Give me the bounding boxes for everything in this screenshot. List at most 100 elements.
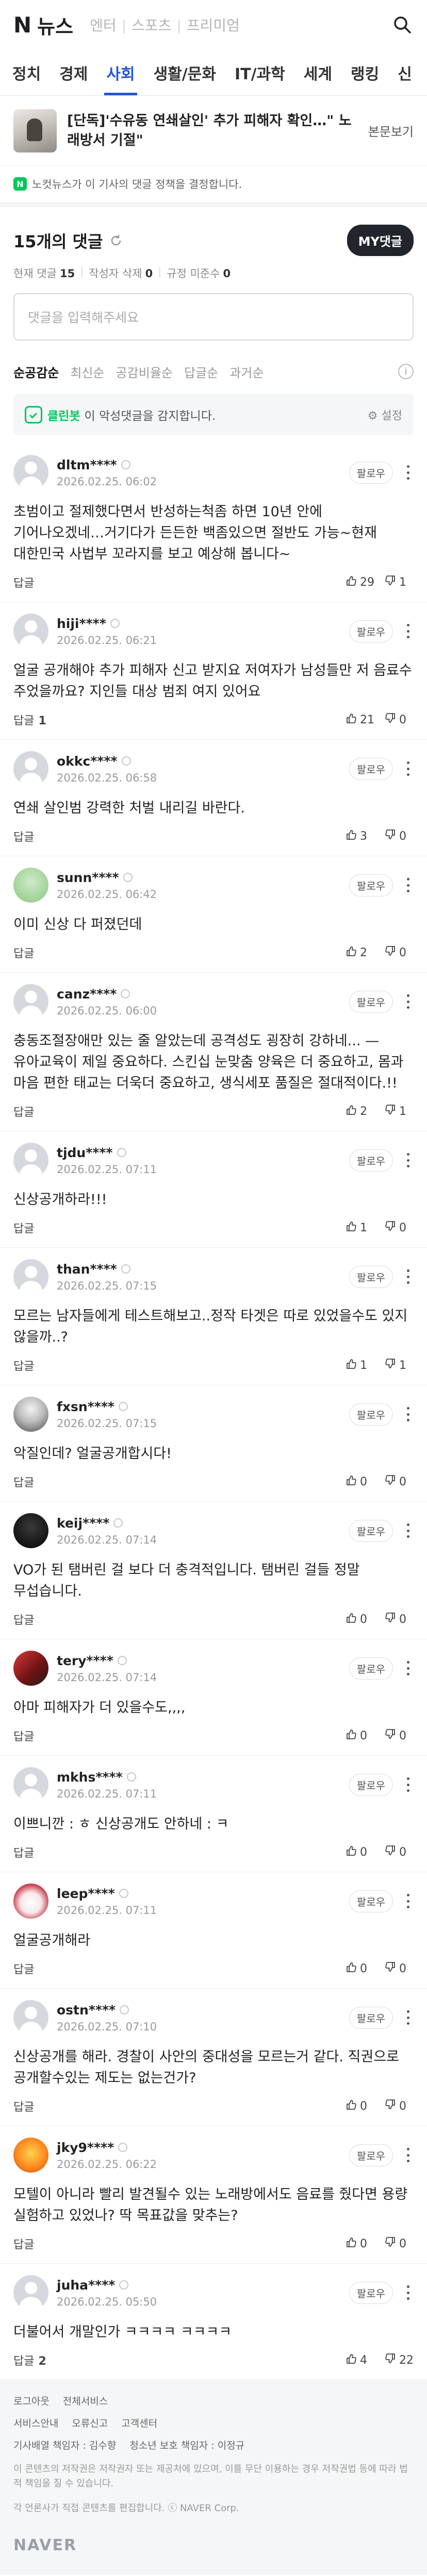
more-options-icon[interactable] — [402, 1659, 414, 1677]
sort-option[interactable]: 최신순 — [70, 363, 104, 381]
footer-link[interactable]: 서비스안내 — [13, 2416, 58, 2430]
dislike-button[interactable]: 0 — [385, 945, 414, 960]
reply-button[interactable]: 답글 — [13, 1611, 38, 1628]
comment-author[interactable]: juha**** — [57, 2278, 349, 2293]
comment-author[interactable]: than**** — [57, 1262, 349, 1277]
follow-button[interactable]: 팔로우 — [349, 990, 393, 1013]
news-section-title[interactable]: 뉴스 — [37, 11, 73, 39]
comment-author[interactable]: leep**** — [57, 1886, 349, 1901]
avatar[interactable] — [13, 1259, 48, 1294]
more-options-icon[interactable] — [402, 2283, 414, 2302]
more-options-icon[interactable] — [402, 1267, 414, 1286]
like-button[interactable]: 0 — [346, 2099, 374, 2113]
follow-button[interactable]: 팔로우 — [349, 461, 393, 484]
cleanbot-settings-button[interactable]: ⚙ 설정 — [368, 406, 402, 423]
comment-author[interactable]: jky9**** — [57, 2140, 349, 2155]
like-button[interactable]: 2 — [346, 945, 374, 960]
dislike-button[interactable]: 1 — [385, 575, 414, 589]
dislike-button[interactable]: 0 — [385, 1221, 414, 1235]
dislike-button[interactable]: 0 — [385, 2099, 414, 2113]
like-button[interactable]: 21 — [346, 713, 374, 727]
dislike-button[interactable]: 0 — [385, 2236, 414, 2251]
my-comments-button[interactable]: MY댓글 — [347, 225, 414, 256]
like-button[interactable]: 1 — [346, 1358, 374, 1372]
like-button[interactable]: 4 — [346, 2353, 374, 2367]
reply-button[interactable]: 답글 — [13, 1473, 38, 1490]
refresh-icon[interactable] — [109, 233, 123, 248]
tab-item[interactable]: 사회 — [97, 61, 144, 95]
comment-author[interactable]: hiji**** — [57, 616, 349, 631]
more-options-icon[interactable] — [402, 876, 414, 894]
like-button[interactable]: 0 — [346, 1475, 374, 1489]
avatar[interactable] — [13, 751, 48, 786]
comment-author[interactable]: dltm**** — [57, 457, 349, 472]
sort-option[interactable]: 공감비율순 — [116, 363, 173, 381]
like-button[interactable]: 29 — [346, 575, 374, 589]
more-options-icon[interactable] — [402, 1151, 414, 1170]
follow-button[interactable]: 팔로우 — [349, 1149, 393, 1172]
service-link-premium[interactable]: 프리미엄 — [187, 17, 240, 34]
avatar[interactable] — [13, 1513, 48, 1548]
reply-button[interactable]: 답글 — [13, 2235, 38, 2252]
reply-button[interactable]: 답글 — [13, 1727, 38, 1744]
service-link-sports[interactable]: 스포츠 — [132, 17, 171, 34]
more-options-icon[interactable] — [402, 1521, 414, 1540]
like-button[interactable]: 3 — [346, 829, 374, 843]
follow-button[interactable]: 팔로우 — [349, 2281, 393, 2304]
follow-button[interactable]: 팔로우 — [349, 1890, 393, 1912]
more-options-icon[interactable] — [402, 2008, 414, 2027]
like-button[interactable]: 1 — [346, 1221, 374, 1235]
comment-author[interactable]: tery**** — [57, 1653, 349, 1668]
footer-link[interactable]: 고객센터 — [121, 2416, 157, 2430]
avatar[interactable] — [13, 868, 48, 903]
comment-input[interactable]: 댓글을 입력해주세요 — [13, 293, 414, 341]
reply-button[interactable]: 답글 — [13, 1357, 38, 1374]
avatar[interactable] — [13, 455, 48, 490]
more-options-icon[interactable] — [402, 622, 414, 640]
like-button[interactable]: 0 — [346, 1961, 374, 1976]
info-icon[interactable]: i — [398, 364, 414, 379]
follow-button[interactable]: 팔로우 — [349, 1773, 393, 1796]
reply-button[interactable]: 답글 — [13, 1103, 38, 1120]
more-options-icon[interactable] — [402, 1892, 414, 1910]
follow-button[interactable]: 팔로우 — [349, 1519, 393, 1542]
follow-button[interactable]: 팔로우 — [349, 2006, 393, 2029]
comment-author[interactable]: mkhs**** — [57, 1770, 349, 1785]
avatar[interactable] — [13, 1143, 48, 1178]
dislike-button[interactable]: 0 — [385, 829, 414, 843]
reply-button[interactable]: 답글 — [13, 1219, 38, 1236]
article-title[interactable]: [단독]'수유동 연쇄살인' 추가 피해자 확인…" 노래방서 기절" — [67, 111, 361, 150]
tab-item[interactable]: 생활/문화 — [144, 61, 225, 95]
reply-button[interactable]: 답글 — [13, 574, 38, 590]
tab-item[interactable]: 신 — [388, 61, 421, 95]
article-bar[interactable]: [단독]'수유동 연쇄살인' 추가 피해자 확인…" 노래방서 기절" 본문보기 — [0, 96, 427, 166]
footer-link[interactable]: 로그아웃 — [13, 2394, 50, 2408]
more-options-icon[interactable] — [402, 1405, 414, 1423]
comment-author[interactable]: fxsn**** — [57, 1399, 349, 1414]
comment-author[interactable]: tjdu**** — [57, 1145, 349, 1160]
search-icon[interactable] — [391, 13, 414, 36]
tab-item[interactable]: 랭킹 — [341, 61, 388, 95]
avatar[interactable] — [13, 2275, 48, 2310]
comment-author[interactable]: okkc**** — [57, 754, 349, 769]
comment-author[interactable]: keij**** — [57, 1516, 349, 1531]
more-options-icon[interactable] — [402, 463, 414, 482]
article-thumbnail[interactable] — [13, 109, 57, 152]
dislike-button[interactable]: 0 — [385, 1475, 414, 1489]
dislike-button[interactable]: 0 — [385, 1612, 414, 1626]
tab-item[interactable]: 경제 — [50, 61, 97, 95]
dislike-button[interactable]: 0 — [385, 713, 414, 727]
more-options-icon[interactable] — [402, 759, 414, 778]
follow-button[interactable]: 팔로우 — [349, 620, 393, 642]
reply-button[interactable]: 답글 1 — [13, 711, 46, 728]
avatar[interactable] — [13, 984, 48, 1019]
service-link-entertainment[interactable]: 엔터 — [90, 17, 117, 34]
naver-logo[interactable]: N — [13, 12, 31, 38]
like-button[interactable]: 0 — [346, 1728, 374, 1743]
avatar[interactable] — [13, 1884, 48, 1919]
reply-button[interactable]: 답글 — [13, 1960, 38, 1977]
dislike-button[interactable]: 0 — [385, 1728, 414, 1743]
reply-button[interactable]: 답글 — [13, 2098, 38, 2114]
reply-button[interactable]: 답글 — [13, 1844, 38, 1860]
like-button[interactable]: 0 — [346, 1612, 374, 1626]
